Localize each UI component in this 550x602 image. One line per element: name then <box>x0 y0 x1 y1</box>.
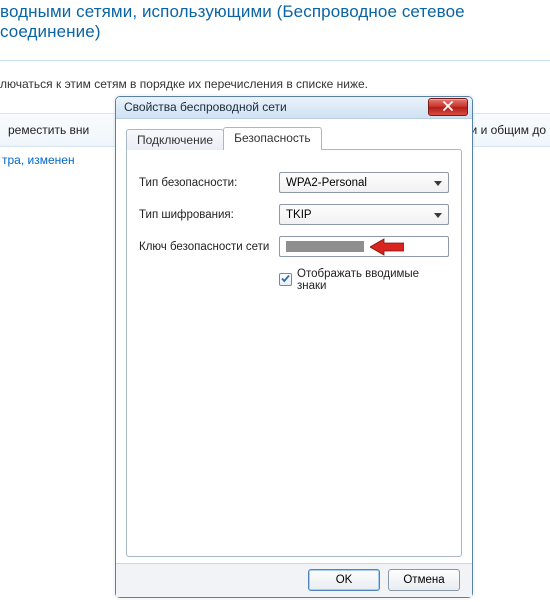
tab-security[interactable]: Безопасность <box>223 127 322 150</box>
network-key-input[interactable] <box>279 236 449 257</box>
page-heading: водными сетями, использующими (Беспровод… <box>0 0 550 42</box>
page-description: лючаться к этим сетям в порядке их переч… <box>0 77 550 91</box>
divider <box>0 60 550 61</box>
show-characters-checkbox[interactable] <box>279 273 292 286</box>
titlebar: Свойства беспроводной сети <box>116 97 472 119</box>
encryption-type-label: Тип шифрования: <box>139 209 279 221</box>
dialog-button-bar: OK Отмена <box>116 563 472 597</box>
cancel-button[interactable]: Отмена <box>388 569 460 591</box>
check-icon <box>280 271 291 289</box>
dialog-title: Свойства беспроводной сети <box>124 100 428 114</box>
toolbar-shared[interactable]: и и общим до <box>471 123 546 137</box>
arrow-annotation-icon <box>370 238 404 256</box>
tab-connection[interactable]: Подключение <box>126 129 224 150</box>
tab-panel-security: Тип безопасности: WPA2-Personal Тип шифр… <box>126 149 462 557</box>
encryption-type-select[interactable]: TKIP <box>279 204 449 225</box>
close-button[interactable] <box>428 98 468 116</box>
ok-button[interactable]: OK <box>308 569 380 591</box>
security-type-value: WPA2-Personal <box>286 177 367 189</box>
close-icon <box>442 98 454 116</box>
network-key-label: Ключ безопасности сети <box>139 241 279 253</box>
security-type-select[interactable]: WPA2-Personal <box>279 172 449 193</box>
toolbar-move-down[interactable]: реместить вни <box>2 123 95 137</box>
show-characters-label: Отображать вводимые знаки <box>297 268 449 292</box>
tab-bar: Подключение Безопасность <box>126 127 462 150</box>
encryption-type-value: TKIP <box>286 209 312 221</box>
security-type-label: Тип безопасности: <box>139 177 279 189</box>
masked-password <box>286 241 364 252</box>
wireless-properties-dialog: Свойства беспроводной сети Подключение Б… <box>115 96 473 598</box>
